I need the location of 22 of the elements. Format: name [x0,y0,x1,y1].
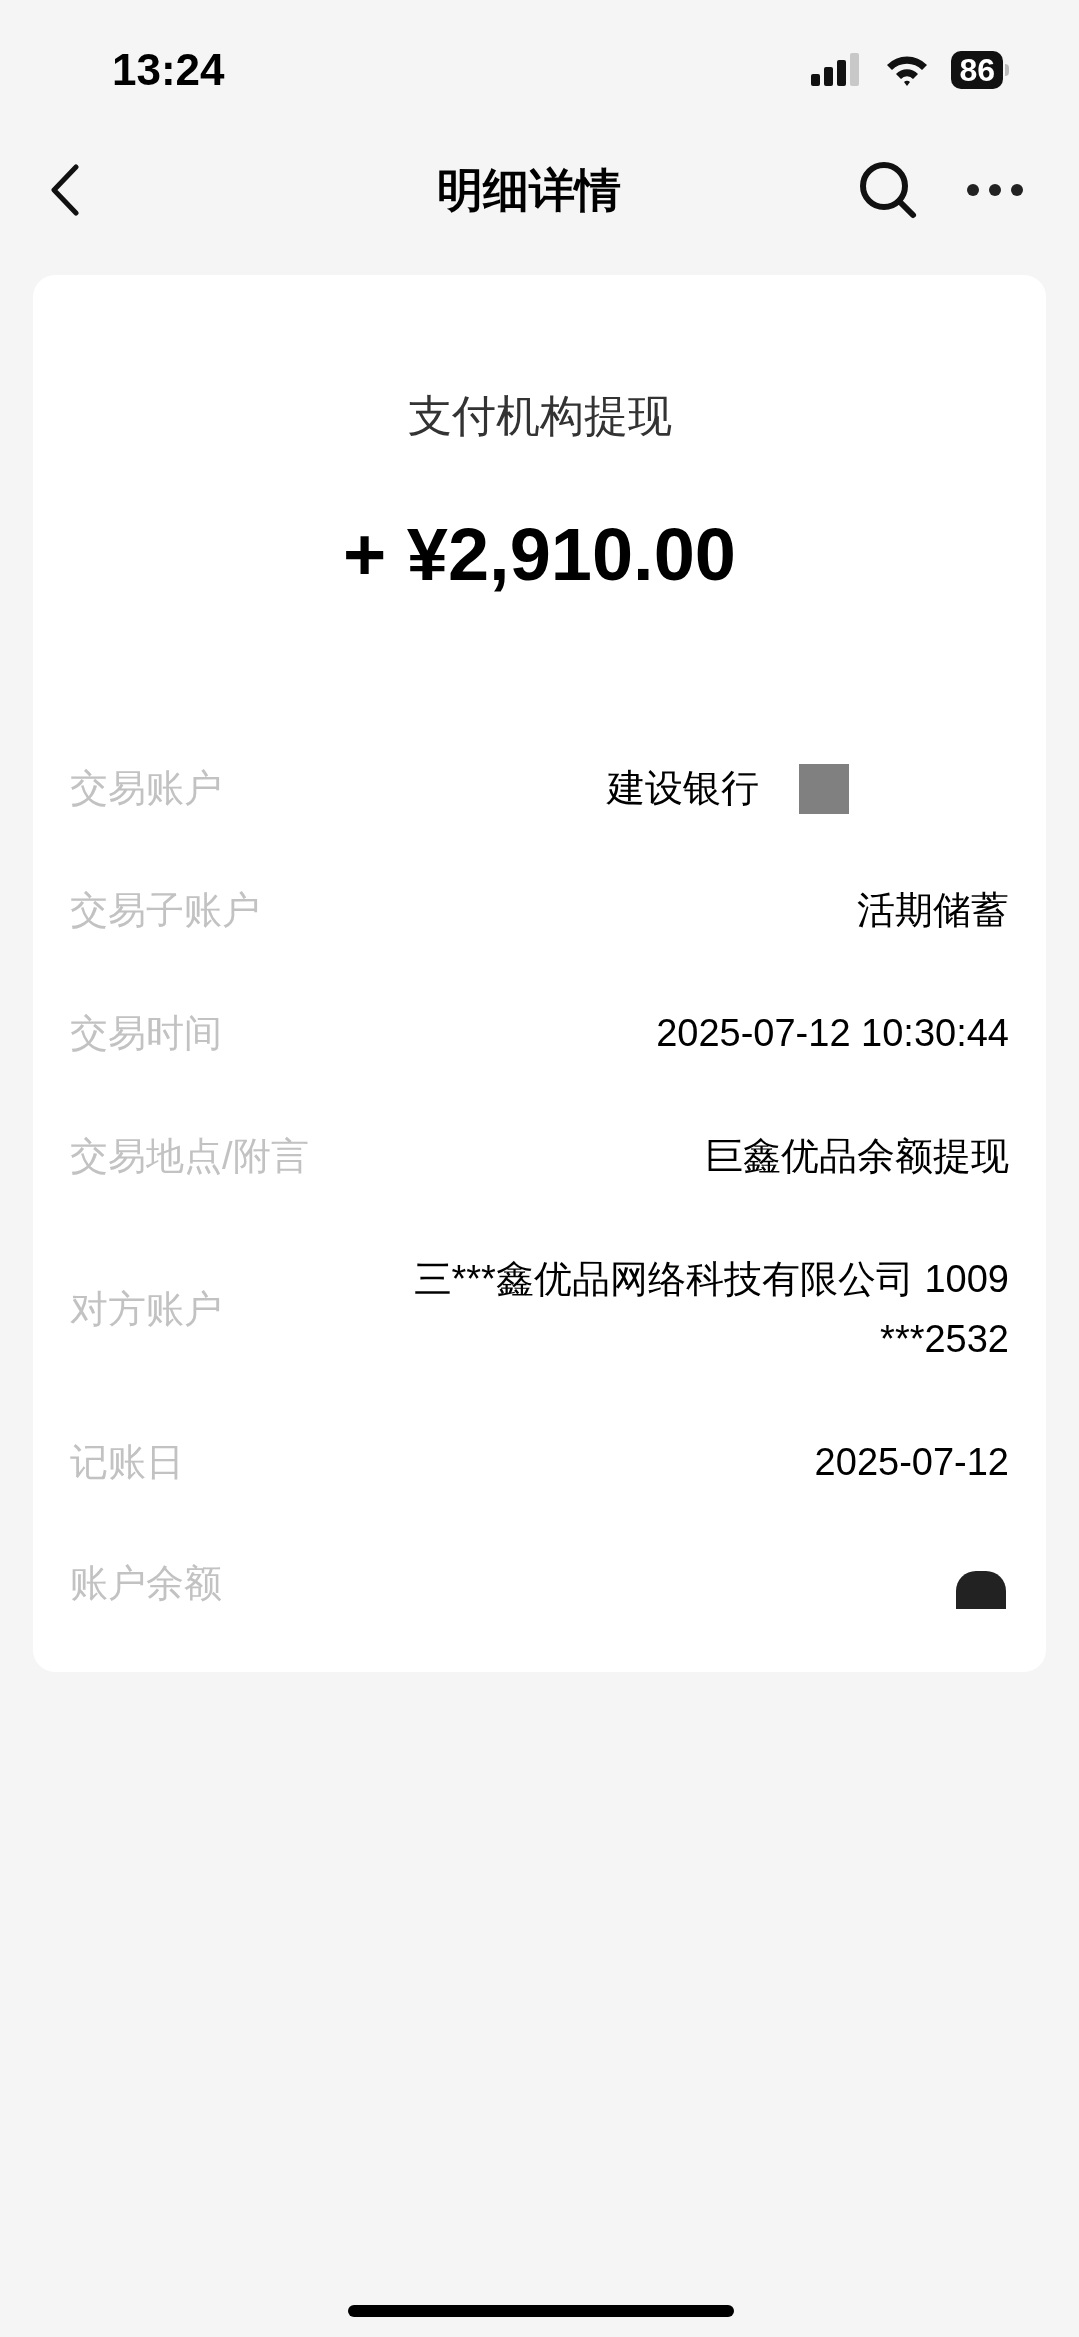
back-icon[interactable] [50,164,80,216]
field-value: 活期储蓄 [856,888,1009,933]
transaction-amount: + ¥2,910.00 [342,512,737,598]
field-label: 记账日 [70,1439,184,1485]
field-label: 交易子账户 [70,887,260,933]
redaction-mark [956,1570,1006,1609]
field-label: 对方账户 [70,1286,222,1332]
transaction-type: 支付机构提现 [406,390,673,442]
field-value: 2025-07-12 [813,1440,1009,1485]
page-title: 明细详情 [437,162,621,218]
field-value: 三***鑫优品网络科技有限公司 1009***2532 [412,1257,1009,1362]
search-icon[interactable] [858,160,918,220]
field-label: 账户余额 [70,1561,222,1606]
field-label: 交易时间 [70,1010,222,1056]
more-icon[interactable] [966,183,1024,197]
field-label: 交易地点/附言 [70,1133,309,1179]
status-time: 13:24 [112,44,225,96]
field-value: 建设银行 [607,766,759,811]
redaction-mark [799,763,849,814]
field-value: 巨鑫优品余额提现 [704,1134,1009,1179]
field-label: 交易账户 [70,766,222,811]
field-value: 2025-07-12 10:30:44 [655,1011,1009,1056]
